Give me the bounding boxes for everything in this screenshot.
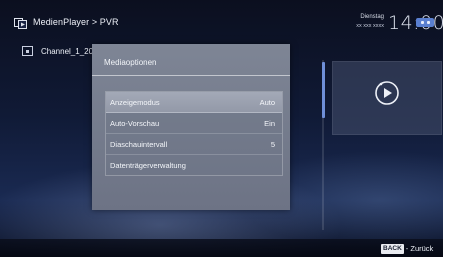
option-label: Auto-Vorschau xyxy=(110,118,160,128)
list-item[interactable]: Channel_1_20 xyxy=(22,44,93,58)
media-options-dialog: Mediaoptionen Anzeigemodus Auto Auto-Vor… xyxy=(92,44,290,210)
media-folder-icon xyxy=(14,16,27,29)
nav-buttons-icon xyxy=(416,18,434,27)
clock-day: Dienstag xyxy=(360,14,384,20)
dialog-title: Mediaoptionen xyxy=(104,58,157,67)
breadcrumb: MedienPlayer > PVR xyxy=(14,14,119,30)
option-slideshow-interval[interactable]: Diaschauintervall 5 xyxy=(106,134,282,155)
option-auto-preview[interactable]: Auto-Vorschau Ein xyxy=(106,113,282,134)
play-icon[interactable] xyxy=(373,79,401,107)
list-item-label: Channel_1_20 xyxy=(41,46,94,56)
clock-date: xx xxx xxxx xyxy=(356,23,384,29)
option-storage-management[interactable]: Datenträgerverwaltung xyxy=(106,155,282,175)
option-label: Anzeigemodus xyxy=(110,97,160,107)
back-label: - Zurück xyxy=(405,244,434,253)
list-scrollbar-thumb[interactable] xyxy=(322,62,325,118)
video-file-icon xyxy=(22,46,33,56)
options-list: Anzeigemodus Auto Auto-Vorschau Ein Dias… xyxy=(105,91,283,176)
option-display-mode[interactable]: Anzeigemodus Auto xyxy=(106,92,282,113)
option-value: Ein xyxy=(264,118,275,128)
option-label: Datenträgerverwaltung xyxy=(110,160,186,170)
option-value: 5 xyxy=(270,139,275,149)
screen-edge xyxy=(443,0,449,257)
media-player-screen: MedienPlayer > PVR Dienstag xx xxx xxxx … xyxy=(0,0,449,257)
clock-area: Dienstag xx xxx xxxx 14:00 xyxy=(326,10,445,36)
back-key-badge: BACK xyxy=(381,243,404,254)
option-value: Auto xyxy=(259,97,275,107)
breadcrumb-label: MedienPlayer > PVR xyxy=(33,17,119,27)
dialog-divider xyxy=(92,75,290,76)
option-label: Diaschauintervall xyxy=(110,139,168,149)
back-button[interactable]: BACK - Zurück xyxy=(381,243,433,254)
preview-panel xyxy=(332,61,442,135)
